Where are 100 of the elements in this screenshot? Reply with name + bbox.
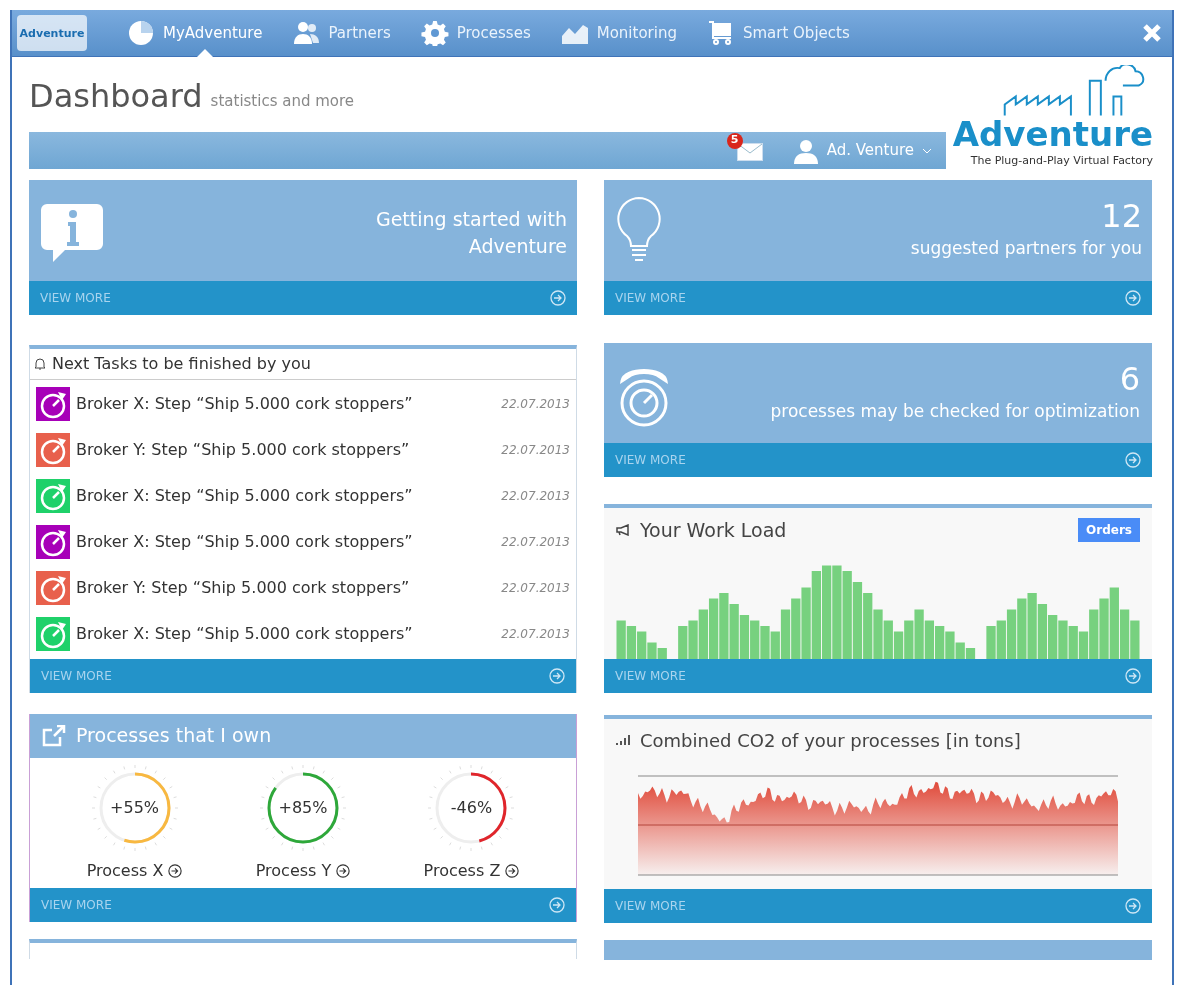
user-icon: [792, 137, 819, 164]
light-bulb-icon: [614, 195, 664, 262]
view-more-link[interactable]: VIEW MORE: [615, 288, 686, 307]
process-link[interactable]: Process X: [86, 858, 183, 883]
megaphone-icon: [616, 523, 630, 536]
arrow-circle-icon: [1125, 667, 1141, 684]
process-name[interactable]: Process Y: [255, 858, 332, 883]
bar: [657, 647, 667, 659]
gear-icon: [420, 20, 449, 46]
bar: [698, 609, 708, 659]
bar: [1130, 620, 1140, 659]
bar: [760, 625, 770, 659]
bar: [863, 592, 873, 659]
info-bubble-icon: [39, 201, 105, 264]
view-more-link[interactable]: VIEW MORE: [615, 896, 686, 915]
partner-count: 12: [1101, 195, 1142, 236]
task-text: Broker X: Step “Ship 5.000 cork stoppers”: [76, 485, 414, 508]
process-name[interactable]: Process X: [86, 858, 164, 883]
card-footer[interactable]: VIEW MORE: [29, 280, 577, 315]
view-more-link[interactable]: VIEW MORE: [41, 666, 112, 685]
bar: [873, 609, 883, 659]
bar: [708, 598, 719, 659]
bar: [1099, 598, 1109, 659]
pie-chart-icon: [127, 20, 155, 46]
bar: [1058, 620, 1068, 659]
task-row[interactable]: Broker X: Step “Ship 5.000 cork stoppers” 22.07.2013: [30, 613, 576, 654]
nav-tab[interactable]: Monitoring: [560, 9, 677, 57]
task-row[interactable]: Broker X: Step “Ship 5.000 cork stoppers” 22.07.2013: [30, 384, 576, 425]
arrow-circle-icon: [1125, 451, 1141, 468]
orders-badge[interactable]: Orders: [1078, 517, 1140, 542]
task-date: 22.07.2013: [501, 533, 570, 551]
nav-tab[interactable]: MyAdventure: [127, 9, 263, 57]
process-name[interactable]: Process Z: [423, 858, 501, 883]
page-subtitle: statistics and more: [210, 90, 355, 112]
bar: [688, 620, 698, 659]
arrow-circle-icon: [550, 289, 566, 306]
gauge-value: -46%: [450, 796, 493, 819]
process-link[interactable]: Process Z: [423, 858, 520, 883]
external-link-icon: [42, 724, 66, 747]
active-tab-pointer: [197, 48, 213, 57]
task-text: Broker Y: Step “Ship 5.000 cork stoppers”: [76, 439, 411, 462]
page-title: Dashboard: [29, 80, 203, 112]
task-row[interactable]: Broker X: Step “Ship 5.000 cork stoppers” 22.07.2013: [30, 521, 576, 562]
task-text: Broker X: Step “Ship 5.000 cork stoppers”: [76, 622, 414, 645]
card-footer[interactable]: VIEW MORE: [30, 887, 576, 922]
task-row[interactable]: Broker X: Step “Ship 5.000 cork stoppers” 22.07.2013: [30, 476, 576, 517]
bar: [1017, 598, 1027, 659]
arrow-circle-icon: [549, 896, 565, 913]
bar: [719, 592, 729, 659]
logo-name: Adventure: [19, 27, 85, 39]
bar: [924, 620, 934, 659]
bar: [678, 625, 688, 659]
card-footer[interactable]: VIEW MORE: [604, 280, 1152, 315]
bar: [996, 620, 1006, 659]
bar: [791, 598, 801, 659]
task-row[interactable]: Broker Y: Step “Ship 5.000 cork stoppers” 22.07.2013: [30, 430, 576, 471]
bar: [986, 625, 996, 659]
card-footer[interactable]: VIEW MORE: [30, 658, 576, 693]
nav-tab[interactable]: Processes: [420, 9, 531, 57]
view-more-link[interactable]: VIEW MORE: [40, 288, 111, 307]
nav-tab[interactable]: Partners: [292, 9, 391, 57]
view-more-link[interactable]: VIEW MORE: [615, 450, 686, 469]
bar: [1037, 603, 1048, 659]
arrow-circle-icon: [1125, 897, 1141, 914]
view-more-link[interactable]: VIEW MORE: [41, 895, 112, 914]
process-link[interactable]: Process Y: [255, 858, 351, 883]
card-text: Getting started with Adventure: [374, 206, 567, 259]
close-icon[interactable]: [1142, 23, 1162, 43]
task-text: Broker X: Step “Ship 5.000 cork stoppers”: [76, 530, 414, 553]
panel-title: Your Work Load: [640, 517, 787, 543]
bar: [893, 631, 904, 659]
view-more-link[interactable]: VIEW MORE: [615, 666, 686, 685]
bar: [750, 620, 760, 659]
bar: [1006, 609, 1017, 659]
task-text: Broker X: Step “Ship 5.000 cork stoppers”: [76, 393, 414, 416]
task-date: 22.07.2013: [501, 396, 570, 414]
bar: [1027, 592, 1037, 659]
card-footer[interactable]: VIEW MORE: [604, 658, 1152, 693]
people-icon: [292, 20, 321, 46]
card-footer[interactable]: VIEW MORE: [604, 888, 1152, 923]
arrow-circle-icon: [1125, 289, 1141, 306]
panel-title: Processes that I own: [76, 723, 272, 749]
unread-badge: 5: [726, 132, 743, 149]
brand-tagline: The Plug-and-Play Virtual Factory: [970, 153, 1153, 169]
user-menu[interactable]: Ad. Venture: [792, 137, 932, 164]
bar: [729, 603, 739, 659]
task-row[interactable]: Broker Y: Step “Ship 5.000 cork stoppers” 22.07.2013: [30, 567, 576, 608]
task-date: 22.07.2013: [501, 579, 570, 597]
app-logo[interactable]: Adventure: [17, 15, 87, 51]
bar: [801, 587, 811, 659]
bar: [965, 647, 976, 659]
card-footer[interactable]: VIEW MORE: [604, 442, 1152, 477]
bar: [739, 614, 750, 659]
task-text: Broker Y: Step “Ship 5.000 cork stoppers”: [76, 576, 411, 599]
envelope-icon[interactable]: [736, 142, 763, 161]
arrow-circle-icon: [336, 863, 351, 878]
nav-tab[interactable]: Smart Objects: [706, 9, 850, 57]
bar: [1048, 614, 1058, 659]
card-text: processes may be checked for optimization: [770, 399, 1140, 423]
arrow-circle-icon: [549, 667, 565, 684]
